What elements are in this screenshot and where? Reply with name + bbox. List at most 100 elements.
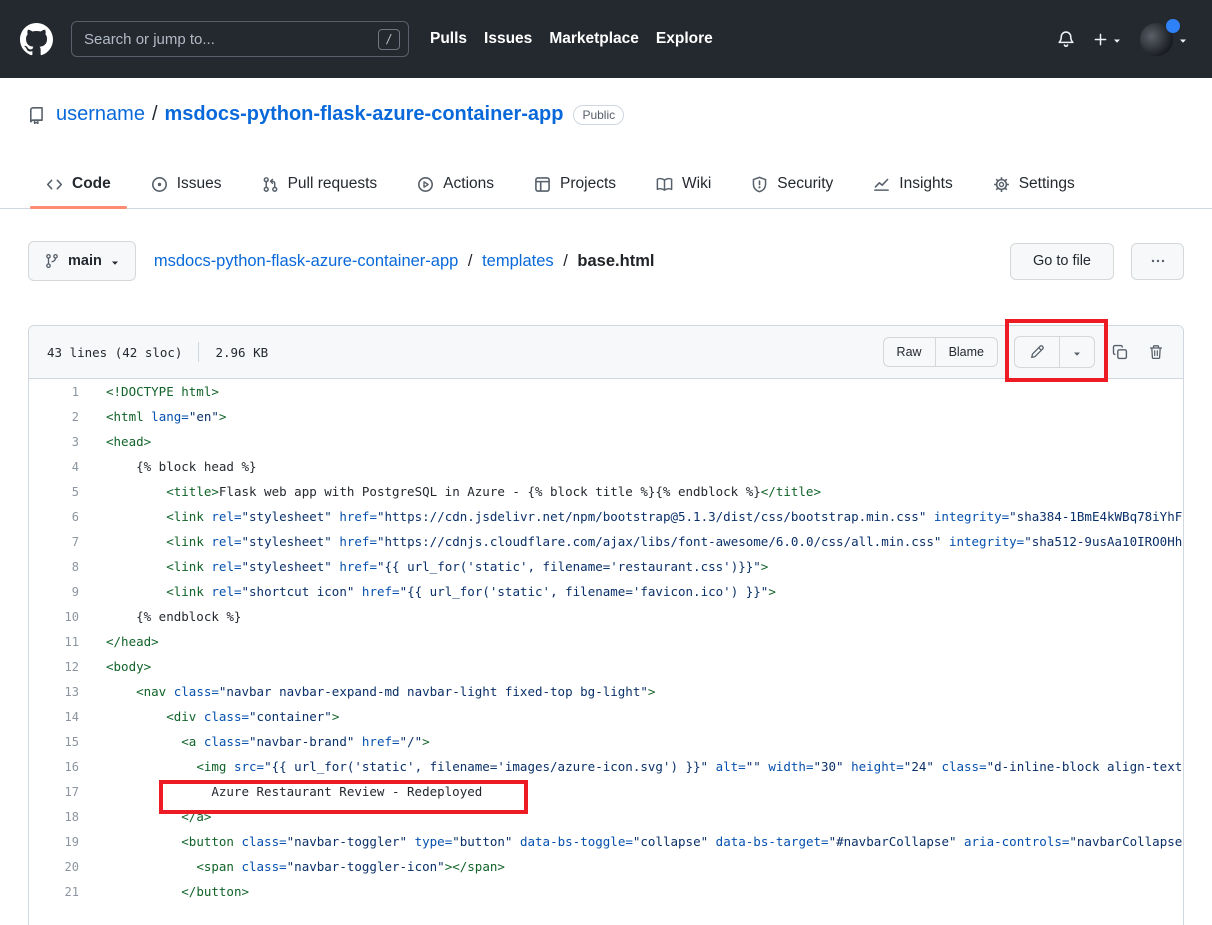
tab-insights[interactable]: Insights	[857, 160, 968, 208]
header-nav-issues[interactable]: Issues	[484, 30, 532, 48]
line-number[interactable]: 15	[29, 735, 79, 749]
repo-icon	[28, 106, 46, 124]
notification-dot	[1166, 19, 1180, 33]
code-viewer: 1<!DOCTYPE html>2<html lang="en">3<head>…	[29, 379, 1183, 904]
go-to-file-button[interactable]: Go to file	[1010, 243, 1114, 280]
tab-wiki[interactable]: Wiki	[640, 160, 727, 208]
search-shortcut-key: /	[378, 29, 400, 50]
file-toolbar: main msdocs-python-flask-azure-container…	[28, 241, 1184, 281]
tab-label: Issues	[177, 175, 222, 193]
repo-name-link[interactable]: msdocs-python-flask-azure-container-app	[165, 103, 564, 126]
repo-owner-link[interactable]: username	[56, 103, 145, 126]
code-line-content: <title>Flask web app with PostgreSQL in …	[106, 479, 821, 504]
line-number[interactable]: 2	[29, 410, 79, 424]
line-number[interactable]: 14	[29, 710, 79, 724]
line-number[interactable]: 6	[29, 510, 79, 524]
line-number[interactable]: 13	[29, 685, 79, 699]
actions-icon	[417, 176, 434, 193]
tab-security[interactable]: Security	[735, 160, 849, 208]
branch-selector[interactable]: main	[28, 241, 136, 281]
tab-label: Code	[72, 175, 111, 193]
tab-pull-requests[interactable]: Pull requests	[246, 160, 394, 208]
header-nav-pulls[interactable]: Pulls	[430, 30, 467, 48]
line-number[interactable]: 12	[29, 660, 79, 674]
tab-label: Projects	[560, 175, 616, 193]
blame-button[interactable]: Blame	[935, 337, 998, 367]
code-line-content: <link rel="stylesheet" href="https://cdn…	[106, 504, 1183, 529]
code-line-8: 8 <link rel="stylesheet" href="{{ url_fo…	[29, 554, 1183, 579]
line-number[interactable]: 7	[29, 535, 79, 549]
line-number[interactable]: 16	[29, 760, 79, 774]
line-number[interactable]: 20	[29, 860, 79, 874]
code-line-content: </a>	[106, 804, 211, 829]
notifications-button[interactable]	[1057, 30, 1075, 48]
tab-label: Pull requests	[288, 175, 378, 193]
code-line-5: 5 <title>Flask web app with PostgreSQL i…	[29, 479, 1183, 504]
line-number[interactable]: 17	[29, 785, 79, 799]
line-number[interactable]: 18	[29, 810, 79, 824]
code-line-10: 10 {% endblock %}	[29, 604, 1183, 629]
code-icon	[46, 176, 63, 193]
code-line-7: 7 <link rel="stylesheet" href="https://c…	[29, 529, 1183, 554]
pencil-icon	[1029, 344, 1045, 360]
tab-actions[interactable]: Actions	[401, 160, 510, 208]
github-header: Search or jump to... / Pulls Issues Market…	[0, 0, 1212, 78]
code-line-15: 15 <a class="navbar-brand" href="/">	[29, 729, 1183, 754]
line-number[interactable]: 5	[29, 485, 79, 499]
code-line-16: 16 <img src="{{ url_for('static', filena…	[29, 754, 1183, 779]
code-line-content: </head>	[106, 629, 159, 654]
tab-settings[interactable]: Settings	[977, 160, 1091, 208]
code-line-2: 2<html lang="en">	[29, 404, 1183, 429]
code-line-content: <head>	[106, 429, 151, 454]
line-number[interactable]: 11	[29, 635, 79, 649]
header-nav-explore[interactable]: Explore	[656, 30, 713, 48]
copy-icon	[1112, 344, 1128, 360]
tab-issues[interactable]: Issues	[135, 160, 238, 208]
line-number[interactable]: 3	[29, 435, 79, 449]
git-branch-icon	[44, 253, 60, 269]
line-number[interactable]: 21	[29, 885, 79, 899]
caret-down-icon	[1178, 34, 1188, 44]
breadcrumb-separator: /	[558, 252, 573, 270]
line-number[interactable]: 10	[29, 610, 79, 624]
delete-file-button[interactable]	[1143, 339, 1169, 365]
search-input[interactable]: Search or jump to... /	[71, 21, 409, 57]
breadcrumb-current-file: base.html	[577, 252, 654, 270]
create-new-button[interactable]	[1093, 32, 1122, 47]
tab-code[interactable]: Code	[30, 160, 127, 208]
line-number[interactable]: 9	[29, 585, 79, 599]
line-number[interactable]: 1	[29, 385, 79, 399]
header-nav-marketplace[interactable]: Marketplace	[549, 30, 639, 48]
code-line-content: <body>	[106, 654, 151, 679]
breadcrumb: msdocs-python-flask-azure-container-app …	[154, 252, 655, 271]
breadcrumb-dir-link[interactable]: templates	[482, 252, 554, 271]
header-nav: Pulls Issues Marketplace Explore	[430, 30, 713, 48]
copy-file-button[interactable]	[1107, 339, 1133, 365]
settings-icon	[993, 176, 1010, 193]
branch-name: main	[68, 253, 102, 269]
line-number[interactable]: 8	[29, 560, 79, 574]
code-line-content: <div class="container">	[106, 704, 339, 729]
code-line-19: 19 <button class="navbar-toggler" type="…	[29, 829, 1183, 854]
tab-label: Wiki	[682, 175, 711, 193]
more-options-button[interactable]	[1131, 243, 1184, 280]
code-line-content: </button>	[106, 879, 249, 904]
github-logo-icon[interactable]	[20, 23, 53, 56]
edit-dropdown-button[interactable]	[1059, 336, 1095, 368]
repo-tab-nav: Code Issues Pull requests Actions Projects Wi…	[0, 160, 1212, 209]
edit-button-group	[1014, 336, 1095, 368]
code-line-content: {% endblock %}	[106, 604, 241, 629]
line-number[interactable]: 19	[29, 835, 79, 849]
line-number[interactable]: 4	[29, 460, 79, 474]
caret-down-icon	[1112, 34, 1122, 44]
code-line-content: <a class="navbar-brand" href="/">	[106, 729, 430, 754]
projects-icon	[534, 176, 551, 193]
insights-icon	[873, 176, 890, 193]
raw-button[interactable]: Raw	[883, 337, 936, 367]
tab-projects[interactable]: Projects	[518, 160, 632, 208]
user-menu-button[interactable]	[1140, 23, 1188, 56]
raw-blame-group: Raw Blame	[883, 337, 998, 367]
breadcrumb-repo-link[interactable]: msdocs-python-flask-azure-container-app	[154, 252, 458, 271]
code-line-content: <button class="navbar-toggler" type="but…	[106, 829, 1183, 854]
edit-file-button[interactable]	[1014, 336, 1060, 368]
